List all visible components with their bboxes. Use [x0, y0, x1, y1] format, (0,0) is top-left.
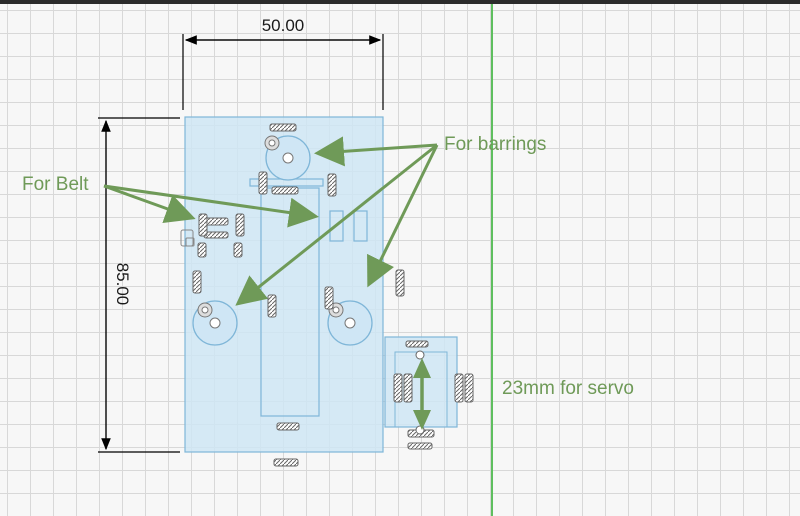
screw-marker — [276, 422, 300, 431]
screw-marker — [395, 269, 405, 297]
screw-marker — [327, 173, 337, 197]
screw-marker — [192, 270, 202, 294]
servo-annotation[interactable]: 23mm for servo — [502, 378, 634, 400]
screw-marker — [258, 171, 268, 195]
height-dimension[interactable] — [98, 117, 180, 453]
screw-marker — [273, 458, 299, 467]
screw-marker — [324, 286, 334, 310]
width-dimension-label[interactable]: 50.00 — [183, 16, 383, 36]
screw-marker — [269, 123, 297, 132]
screw-marker — [271, 186, 299, 195]
screw-marker — [393, 373, 403, 403]
screw-marker — [464, 373, 474, 403]
bearing-left[interactable] — [192, 300, 238, 346]
screw-marker — [197, 242, 207, 258]
screw-marker — [407, 442, 433, 450]
bearing-right[interactable] — [327, 300, 373, 346]
bearings-annotation[interactable]: For barrings — [444, 134, 546, 156]
screw-marker — [203, 231, 229, 239]
height-dimension-label[interactable]: 85.00 — [112, 254, 132, 314]
width-dimension[interactable] — [182, 34, 384, 110]
screw-marker — [403, 373, 413, 403]
screw-marker — [267, 294, 277, 318]
belt-annotation[interactable]: For Belt — [22, 174, 89, 196]
screw-marker — [198, 213, 208, 237]
bearing-top[interactable] — [264, 135, 311, 181]
screw-marker — [454, 373, 464, 403]
screw-marker — [233, 242, 243, 258]
screw-marker — [235, 213, 245, 237]
screw-marker — [405, 340, 429, 348]
